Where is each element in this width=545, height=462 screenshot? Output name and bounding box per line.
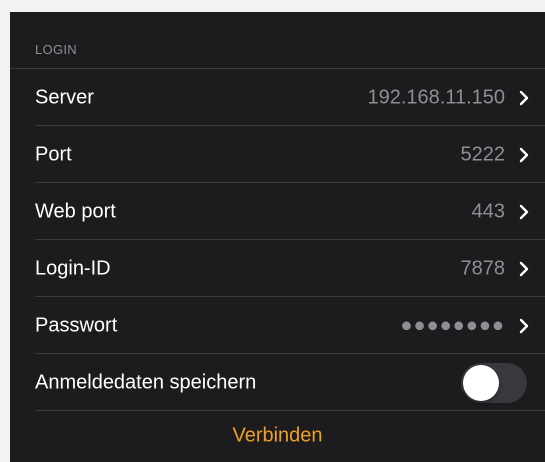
password-row[interactable]: Passwort ●●●●●●●● <box>10 297 545 354</box>
login-id-label: Login-ID <box>35 257 111 279</box>
chevron-right-icon <box>519 204 529 219</box>
login-id-value: 7878 <box>460 257 506 279</box>
connect-button[interactable]: Verbinden <box>10 425 545 448</box>
chevron-right-icon <box>519 90 529 105</box>
port-label: Port <box>35 143 72 165</box>
save-credentials-label: Anmeldedaten speichern <box>35 371 257 393</box>
web-port-row[interactable]: Web port 443 <box>10 183 545 240</box>
chevron-right-icon <box>519 318 529 333</box>
chevron-right-icon <box>519 261 529 276</box>
password-label: Passwort <box>35 314 118 336</box>
password-value: ●●●●●●●● <box>400 314 505 336</box>
login-settings-page: LOGIN Server 192.168.11.150 Port 5222 We… <box>0 0 545 462</box>
web-port-label: Web port <box>35 200 116 222</box>
save-credentials-row: Anmeldedaten speichern <box>10 354 545 411</box>
server-row[interactable]: Server 192.168.11.150 <box>10 69 545 126</box>
section-header-login: LOGIN <box>35 42 77 57</box>
server-label: Server <box>35 86 94 108</box>
save-credentials-toggle[interactable] <box>461 362 527 403</box>
toggle-knob <box>463 364 499 401</box>
connect-row: Verbinden <box>10 410 545 462</box>
server-value: 192.168.11.150 <box>367 86 505 108</box>
login-panel: LOGIN Server 192.168.11.150 Port 5222 We… <box>10 12 545 462</box>
port-row[interactable]: Port 5222 <box>10 126 545 183</box>
port-value: 5222 <box>460 143 506 165</box>
chevron-right-icon <box>519 147 529 162</box>
top-bar <box>0 0 545 12</box>
login-id-row[interactable]: Login-ID 7878 <box>10 240 545 297</box>
web-port-value: 443 <box>471 200 505 222</box>
